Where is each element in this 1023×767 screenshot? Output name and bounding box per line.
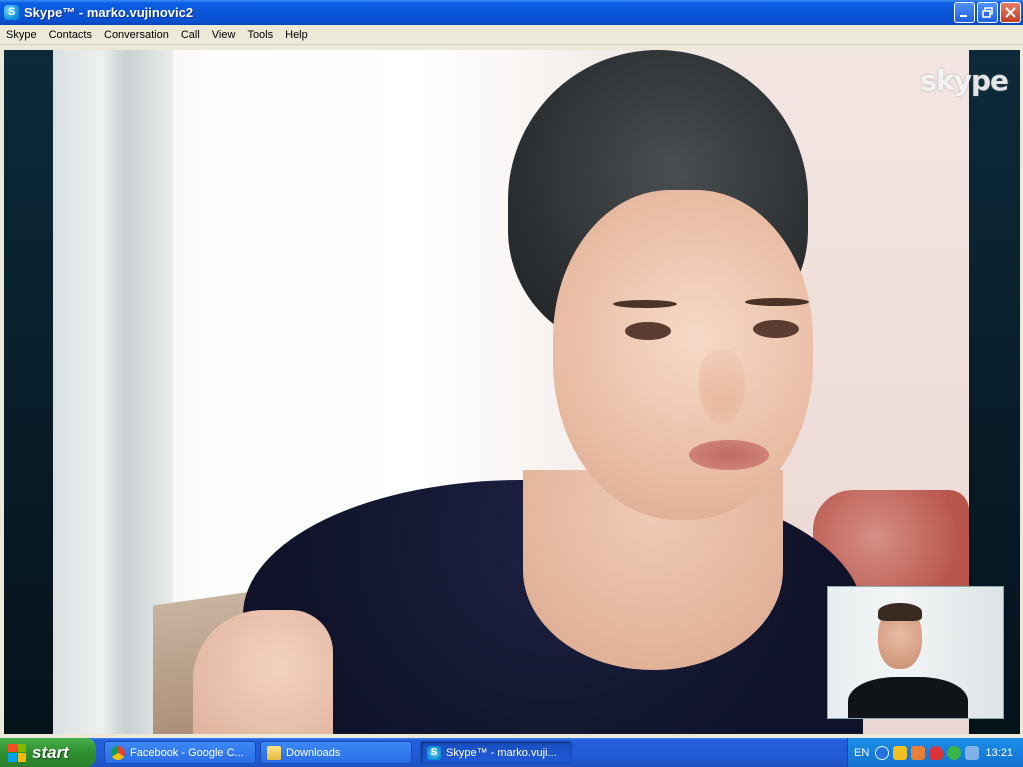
skype-icon: S <box>4 5 19 20</box>
remote-person-nose <box>699 350 745 424</box>
remote-person-arm <box>193 610 333 734</box>
remote-person-eye-right <box>753 320 799 338</box>
start-label: start <box>32 742 69 762</box>
start-button[interactable]: start <box>0 738 96 767</box>
clock[interactable]: 13:21 <box>985 747 1013 759</box>
menu-tools[interactable]: Tools <box>241 29 279 41</box>
window-title: Skype™ - marko.vujinovic2 <box>24 5 194 20</box>
menu-call[interactable]: Call <box>175 29 206 41</box>
taskbar: start Facebook - Google C... Downloads S… <box>0 738 1023 767</box>
taskbar-item-label: Facebook - Google C... <box>130 746 244 759</box>
taskbar-item-label: Skype™ - marko.vuji... <box>446 746 557 759</box>
video-call-area[interactable]: skype <box>4 50 1020 734</box>
remote-person-brow-right <box>745 298 809 306</box>
refresh-icon[interactable] <box>947 745 962 760</box>
restore-button[interactable] <box>977 2 998 23</box>
restore-icon <box>981 6 993 18</box>
antivirus-icon[interactable] <box>929 745 944 760</box>
taskbar-item-downloads[interactable]: Downloads <box>260 741 412 764</box>
menu-skype[interactable]: Skype <box>0 29 43 41</box>
folder-icon <box>267 745 281 760</box>
menu-view[interactable]: View <box>206 29 242 41</box>
taskbar-item-skype[interactable]: S Skype™ - marko.vuji... <box>420 741 572 764</box>
menu-help[interactable]: Help <box>279 29 314 41</box>
close-icon <box>1005 7 1016 18</box>
minimize-icon <box>960 15 967 17</box>
self-video-preview[interactable] <box>827 586 1004 719</box>
window-controls <box>954 2 1021 23</box>
close-button[interactable] <box>1000 2 1021 23</box>
taskbar-item-facebook[interactable]: Facebook - Google C... <box>104 741 256 764</box>
minimize-button[interactable] <box>954 2 975 23</box>
skype-icon: S <box>427 745 441 760</box>
chrome-icon <box>111 745 125 760</box>
network-icon[interactable] <box>965 745 980 760</box>
remote-person-brow-left <box>613 300 677 308</box>
remote-person-eye-left <box>625 322 671 340</box>
taskbar-item-label: Downloads <box>286 746 341 759</box>
skype-watermark-logo: skype <box>920 64 1009 97</box>
video-letterbox-left <box>4 50 53 734</box>
menu-conversation[interactable]: Conversation <box>98 29 175 41</box>
menu-contacts[interactable]: Contacts <box>43 29 98 41</box>
network-warning-icon[interactable] <box>911 745 926 760</box>
windows-logo-icon <box>8 743 26 762</box>
window-titlebar[interactable]: S Skype™ - marko.vujinovic2 <box>0 0 1023 25</box>
self-person-shirt <box>848 677 968 718</box>
system-tray: EN 13:21 <box>847 738 1023 767</box>
remote-person-mouth <box>689 440 769 470</box>
language-indicator[interactable]: EN <box>854 747 869 759</box>
remote-person-face <box>553 190 813 520</box>
window-body: skype <box>0 45 1023 738</box>
menu-bar: Skype Contacts Conversation Call View To… <box>0 25 1023 45</box>
back-arrow-icon[interactable] <box>875 745 890 760</box>
self-person-hair <box>878 603 922 621</box>
security-shield-icon[interactable] <box>893 745 908 760</box>
